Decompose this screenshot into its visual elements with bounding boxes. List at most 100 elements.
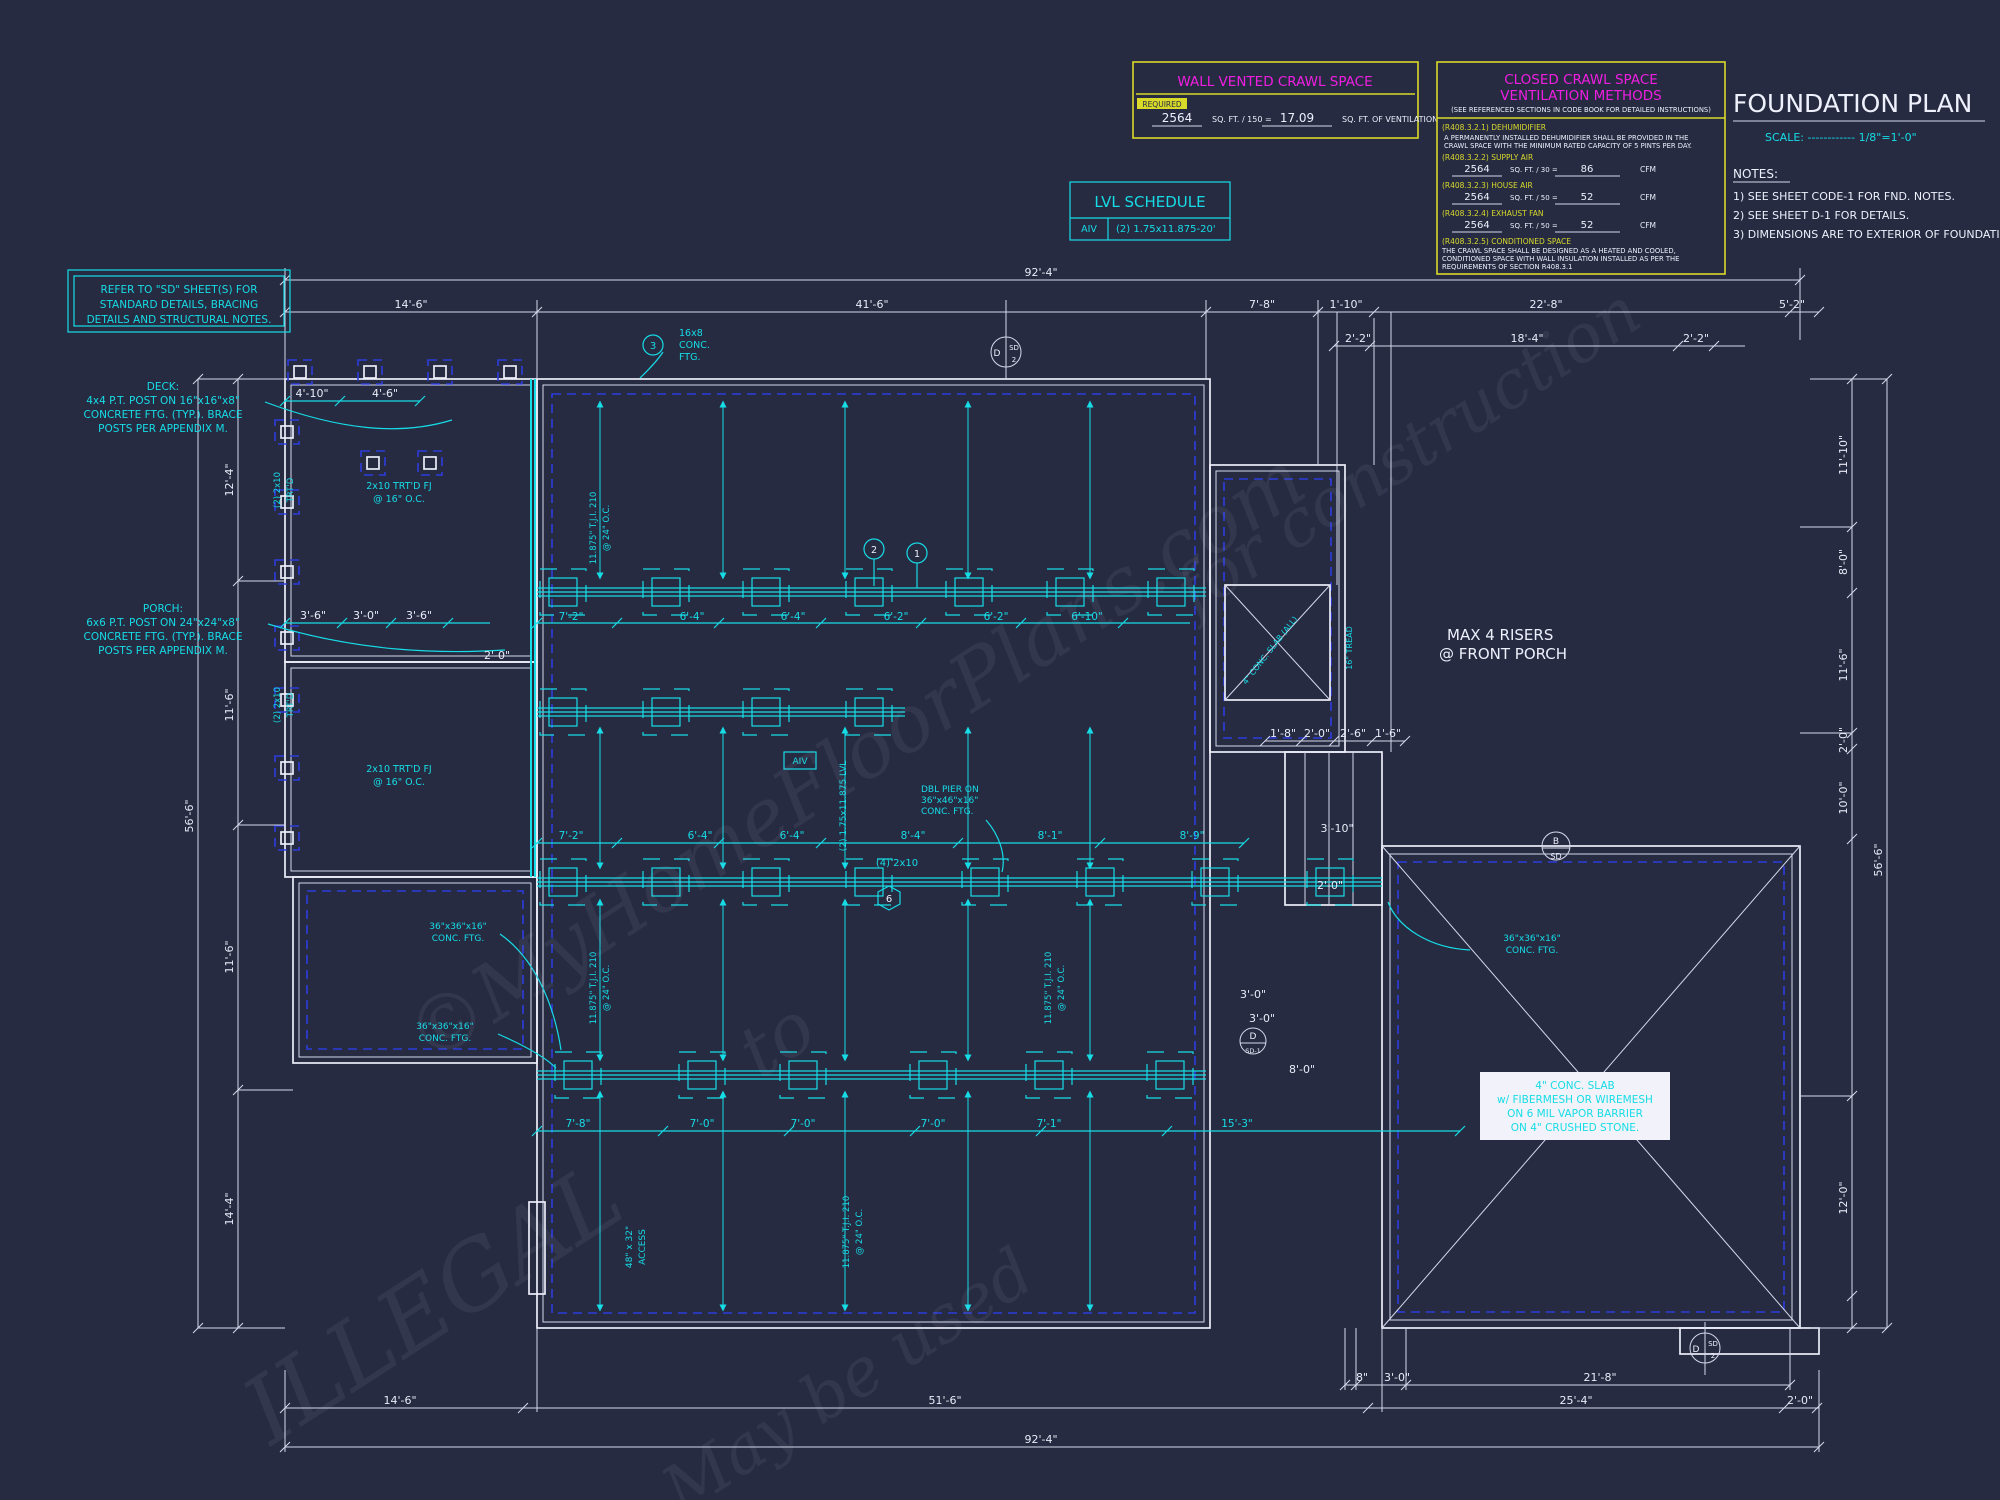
deck-note: 4x4 P.T. POST ON 16"x16"x8"	[86, 395, 240, 407]
deck-note: CONCRETE FTG. (TYP.). BRACE	[84, 409, 243, 421]
deck-note: POSTS PER APPENDIX M.	[98, 423, 228, 435]
dim-left: 11'-6"	[223, 940, 236, 973]
ftg36-note: 36"x36"x16"	[429, 922, 486, 932]
dim-bottom: 3'-0"	[1384, 1371, 1410, 1384]
detail-marker-sheet: SD	[1550, 852, 1561, 861]
dim-rowC: 7'-0"	[921, 1118, 946, 1130]
dim-right: 11'-6"	[1837, 648, 1850, 681]
slab-note: w/ FIBERMESH OR WIREMESH	[1497, 1094, 1653, 1106]
trtd-label: TRT'D	[286, 477, 296, 503]
sd-note-line: DETAILS AND STRUCTURAL NOTES.	[87, 314, 272, 326]
closed-crawl-table: CLOSED CRAWL SPACE VENTILATION METHODS (…	[1437, 62, 1725, 274]
dim-top: 1'-10"	[1329, 298, 1362, 311]
ftg16-note: 16x8	[679, 328, 703, 339]
exhaust-fan-value: 52	[1581, 220, 1594, 231]
marker-6: 6	[886, 894, 892, 905]
slab-note: ON 6 MIL VAPOR BARRIER	[1507, 1108, 1643, 1120]
floor-joist-label: @ 16" O.C.	[373, 494, 425, 505]
tji-label: @ 24" O.C.	[855, 1209, 865, 1255]
scale-label: SCALE: ------------ 1/8"=1'-0"	[1765, 131, 1917, 144]
dim-misc: 8'-0"	[1289, 1063, 1315, 1076]
porch-note: 6x6 P.T. POST ON 24"x24"x8"	[86, 617, 240, 629]
required-label: REQUIRED	[1142, 100, 1182, 109]
conditioned-head: (R408.3.2.5) CONDITIONED SPACE	[1442, 237, 1571, 246]
dim-rowC: 15'-3"	[1221, 1118, 1253, 1130]
dim-misc: 2'-0"	[1317, 879, 1343, 892]
porch-note: POSTS PER APPENDIX M.	[98, 645, 228, 657]
exhaust-fan-head: (R408.3.2.4) EXHAUST FAN	[1442, 209, 1543, 218]
supply-air-area: 2564	[1464, 164, 1489, 175]
dim-bottom: 51'-6"	[928, 1394, 961, 1407]
section-marker-number: 2	[1711, 1352, 1715, 1360]
dim-deck: 4'-6"	[372, 387, 398, 400]
dim-rowB: 8'-4"	[901, 830, 926, 842]
sd-note-line: STANDARD DETAILS, BRACING	[100, 299, 258, 311]
title-block: FOUNDATION PLAN SCALE: ------------ 1/8"…	[1733, 89, 2000, 241]
dim-misc: 2'-0"	[484, 649, 510, 662]
section-marker-sheet: SD	[1708, 1340, 1718, 1348]
dim-stoop: 2'-6"	[1340, 727, 1366, 740]
dehumidifier-body: CRAWL SPACE WITH THE MINIMUM RATED CAPAC…	[1444, 142, 1692, 150]
dim-deck: 4'-10"	[295, 387, 328, 400]
dim-top: 41'-6"	[855, 298, 888, 311]
dehumidifier-body: A PERMANENTLY INSTALLED DEHUMIDIFIER SHA…	[1444, 134, 1688, 142]
ftg36-note: CONC. FTG.	[1506, 946, 1558, 956]
dim-bottom: 2'-0"	[1787, 1394, 1813, 1407]
dim-deck: 3'-0"	[353, 609, 379, 622]
exhaust-fan-unit: CFM	[1640, 221, 1656, 230]
stoop-slab-label: 4" CONC. SLAB (ALL)	[1241, 615, 1300, 686]
dim-rowC: 7'-1"	[1037, 1118, 1062, 1130]
house-air-value: 52	[1581, 192, 1594, 203]
tji-label: 11.875" T.J.I. 210	[589, 492, 599, 565]
dim-right: 10'-0"	[1837, 781, 1850, 814]
dim-right: 12'-0"	[1837, 1181, 1850, 1214]
dim-left: 11'-6"	[223, 688, 236, 721]
dim-top: 5'-2"	[1779, 298, 1805, 311]
dim-top: 7'-8"	[1249, 298, 1275, 311]
dim-stoop: 1'-8"	[1270, 727, 1296, 740]
dim-right: 2'-0"	[1837, 727, 1850, 753]
dim-rowC: 7'-0"	[690, 1118, 715, 1130]
lvl-mark-cell: AIV	[1081, 224, 1097, 235]
note-item: 1) SEE SHEET CODE-1 FOR FND. NOTES.	[1733, 190, 1955, 203]
dim-right: 8'-0"	[1837, 549, 1850, 575]
note-item: 3) DIMENSIONS ARE TO EXTERIOR OF FOUNDAT…	[1733, 228, 2000, 241]
watermark-text: May be used	[648, 1233, 1047, 1500]
deck-note: DECK:	[147, 381, 179, 393]
ftg36-note: CONC. FTG.	[432, 934, 484, 944]
dim-top: 14'-6"	[394, 298, 427, 311]
ftg16-note: FTG.	[679, 352, 700, 363]
dim-rowA: 6'-4"	[680, 611, 705, 623]
house-air-unit: CFM	[1640, 193, 1656, 202]
conditioned-body: THE CRAWL SPACE SHALL BE DESIGNED AS A H…	[1441, 247, 1676, 255]
dim-right: 11'-10"	[1837, 435, 1850, 475]
tji-label: @ 24" O.C.	[602, 505, 612, 551]
dim-deck: 3'-6"	[300, 609, 326, 622]
dim-rowA: 6'-4"	[781, 611, 806, 623]
trtd-label: (2) 2x10	[273, 472, 283, 508]
wall-vented-table: WALL VENTED CRAWL SPACE REQUIRED 2564 SQ…	[1133, 62, 1438, 138]
sd-note-line: REFER TO "SD" SHEET(S) FOR	[100, 284, 257, 296]
dim-overall-top: 92'-4"	[1024, 266, 1057, 279]
dim-stoop: 1'-6"	[1375, 727, 1401, 740]
ftg36-note: 36"x36"x16"	[1503, 934, 1560, 944]
section-marker-sheet: SD	[1009, 344, 1019, 352]
exhaust-fan-formula: SQ. FT. / 50 =	[1510, 222, 1558, 230]
porch-note: PORCH:	[143, 603, 183, 615]
risers-note: @ FRONT PORCH	[1439, 645, 1567, 663]
marker-2: 2	[871, 545, 877, 556]
detail-marker-letter: D	[1250, 1032, 1257, 1042]
supply-air-formula: SQ. FT. / 30 =	[1510, 166, 1558, 174]
watermark-text: for construction	[1157, 273, 1654, 633]
tji-label: @ 24" O.C.	[1057, 965, 1067, 1011]
dbl-pier-note: CONC. FTG.	[921, 807, 973, 817]
conditioned-body: CONDITIONED SPACE WITH WALL INSULATION I…	[1442, 255, 1679, 263]
dim-misc: 3'-0"	[1240, 988, 1266, 1001]
dim-bottom: 8"	[1356, 1371, 1368, 1384]
section-marker-letter: D	[1693, 1345, 1700, 1355]
closed-subtitle: (SEE REFERENCED SECTIONS IN CODE BOOK FO…	[1451, 106, 1711, 114]
detail-marker-sheet: SD-1	[1245, 1047, 1261, 1055]
marker-1: 1	[914, 549, 920, 560]
porch-note: CONCRETE FTG. (TYP.). BRACE	[84, 631, 243, 643]
dim-rowC: 7'-8"	[566, 1118, 591, 1130]
